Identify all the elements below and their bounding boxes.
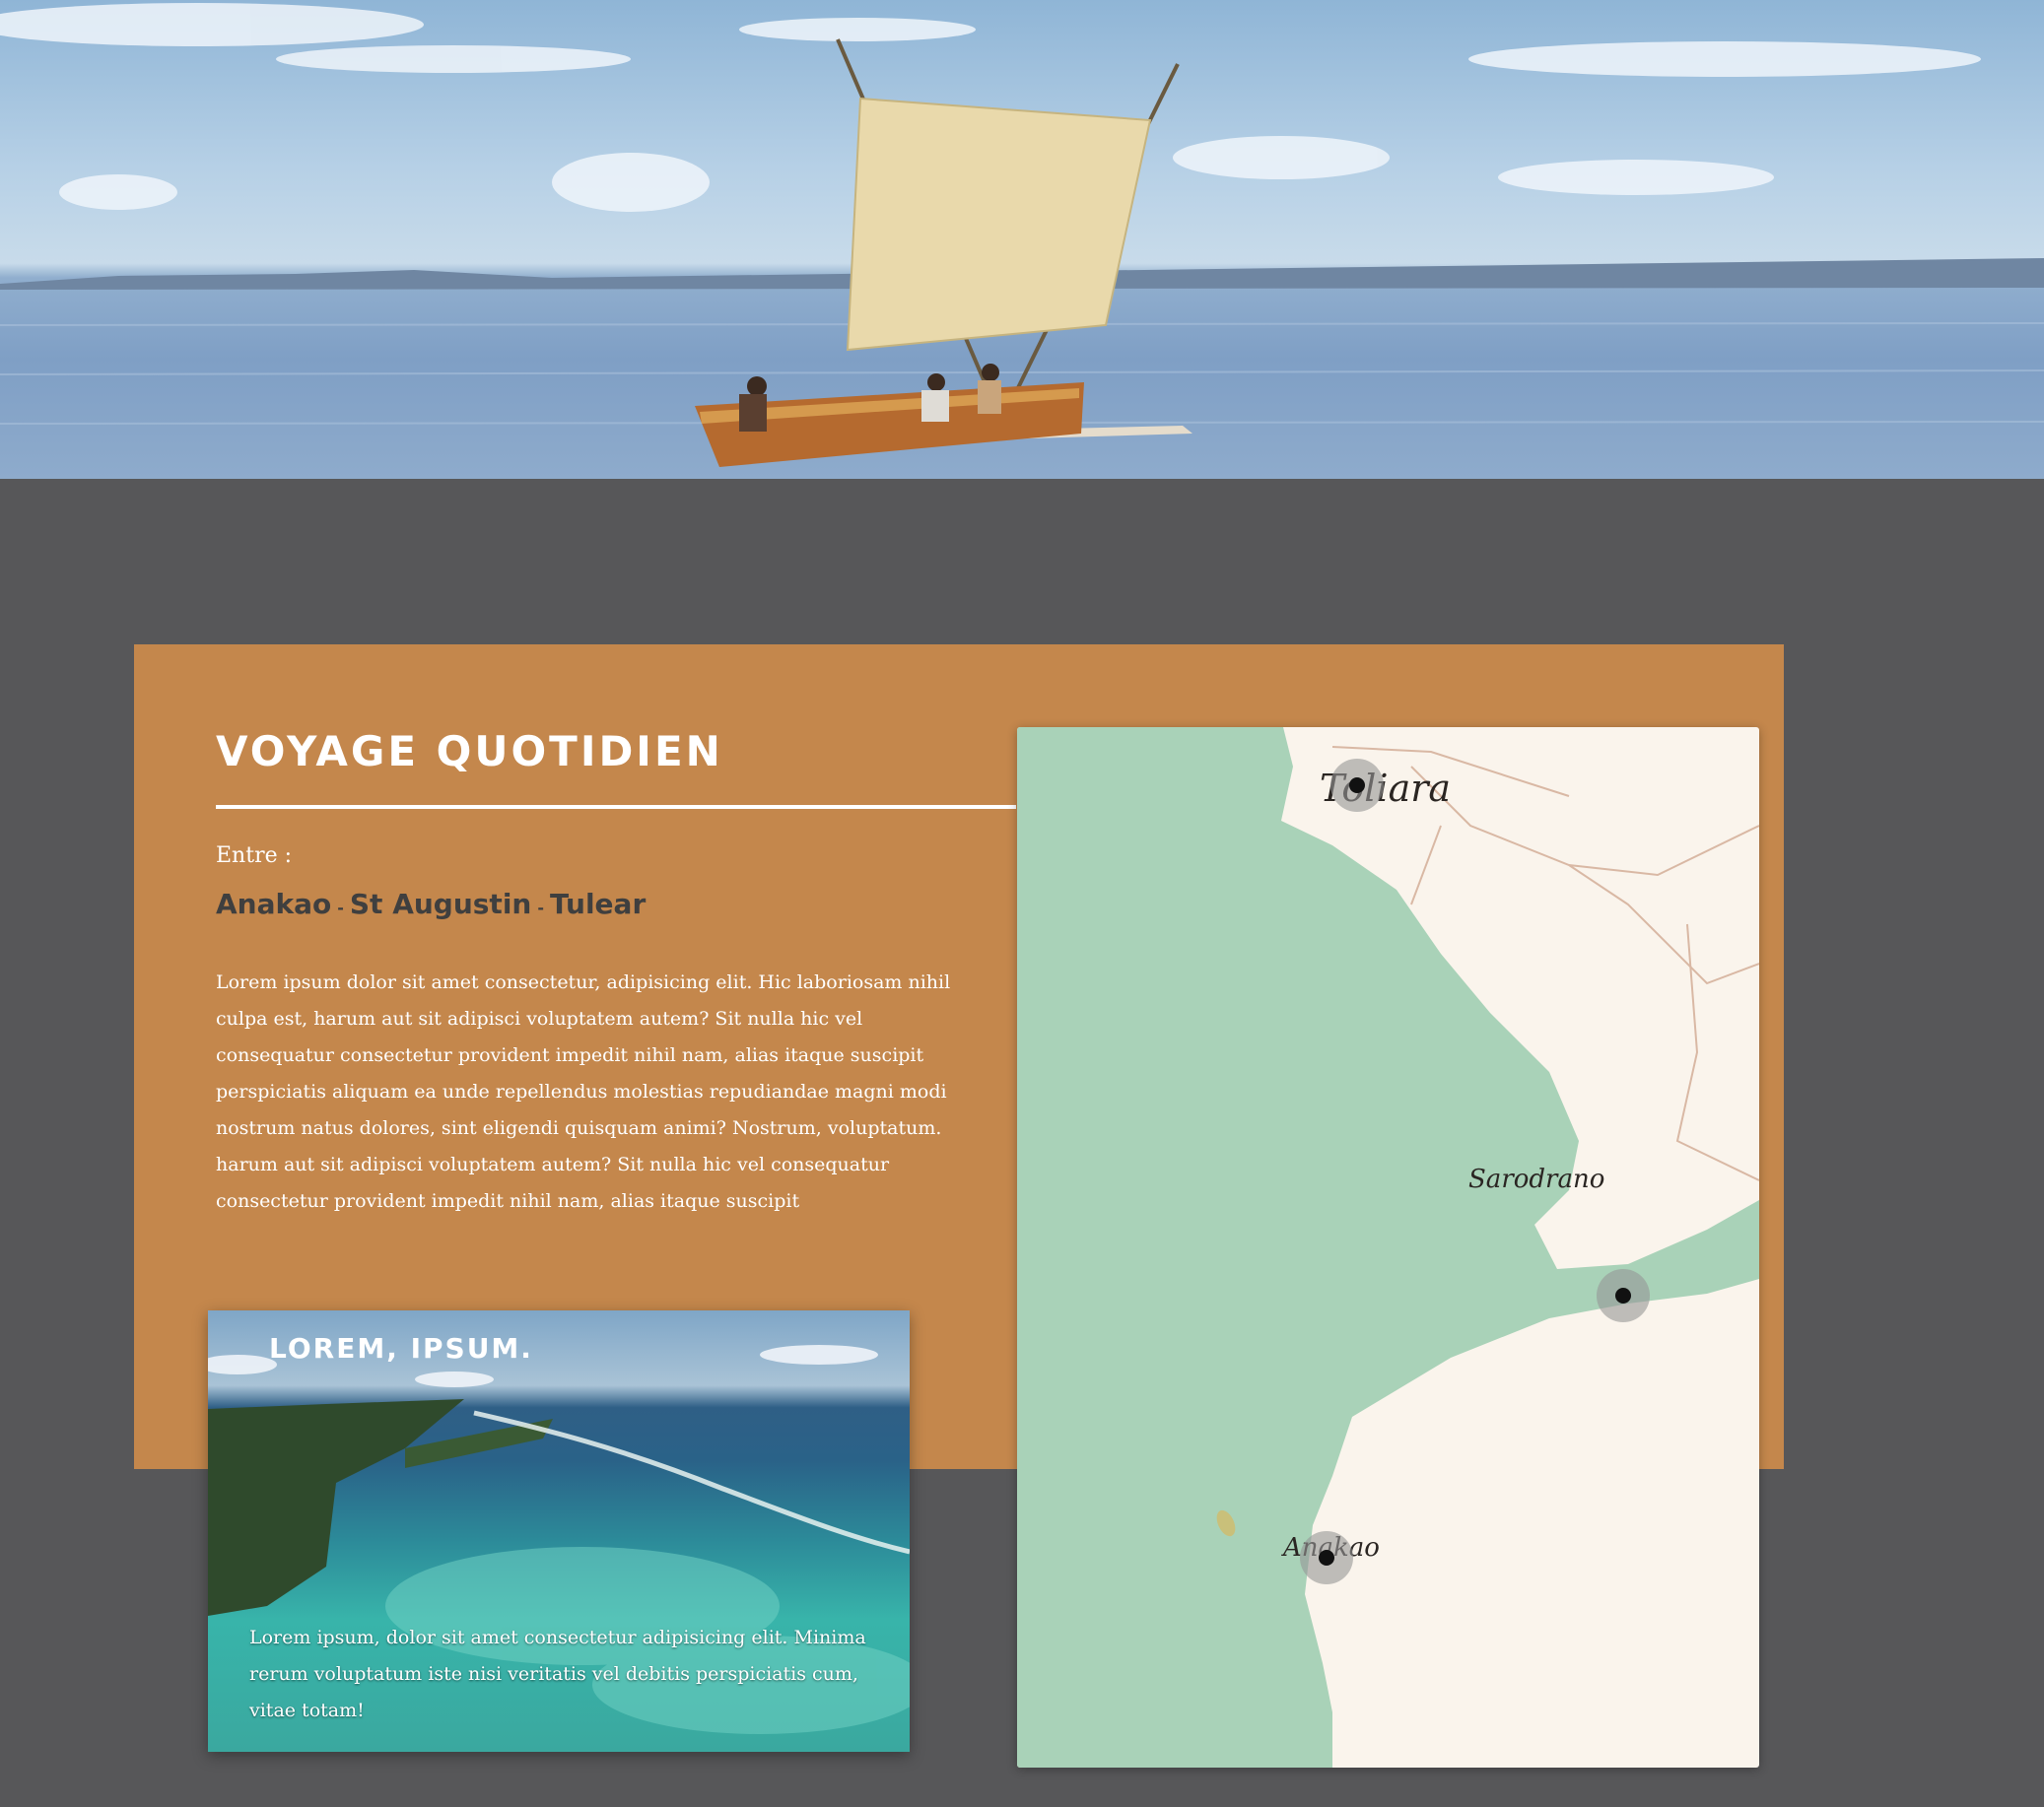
route-stop-tulear: Tulear	[550, 888, 647, 920]
between-label: Entre :	[216, 843, 293, 868]
route-separator: -	[537, 899, 544, 917]
photo-card: LOREM, IPSUM. Lorem ipsum, dolor sit ame…	[208, 1310, 910, 1752]
anakao-marker[interactable]	[1300, 1531, 1353, 1584]
map-label-sarodrano: Sarodrano	[1468, 1165, 1605, 1194]
route-stops: Anakao - St Augustin - Tulear	[216, 888, 646, 920]
section-title: VOYAGE QUOTIDIEN	[216, 727, 723, 775]
photo-card-title: LOREM, IPSUM.	[269, 1332, 533, 1365]
toliara-marker[interactable]	[1330, 759, 1384, 812]
route-stop-st-augustin: St Augustin	[349, 888, 532, 920]
hero-image	[0, 0, 2044, 479]
route-stop-anakao: Anakao	[216, 888, 332, 920]
description-paragraph: Lorem ipsum dolor sit amet consectetur, …	[216, 971, 951, 1212]
route-separator: -	[337, 899, 344, 917]
photo-card-text: Lorem ipsum, dolor sit amet consectetur …	[249, 1627, 866, 1721]
st-augustin-marker[interactable]	[1597, 1269, 1650, 1322]
title-divider	[216, 805, 1016, 809]
route-map[interactable]: Toliara Sarodrano Anakao	[1017, 727, 1759, 1768]
